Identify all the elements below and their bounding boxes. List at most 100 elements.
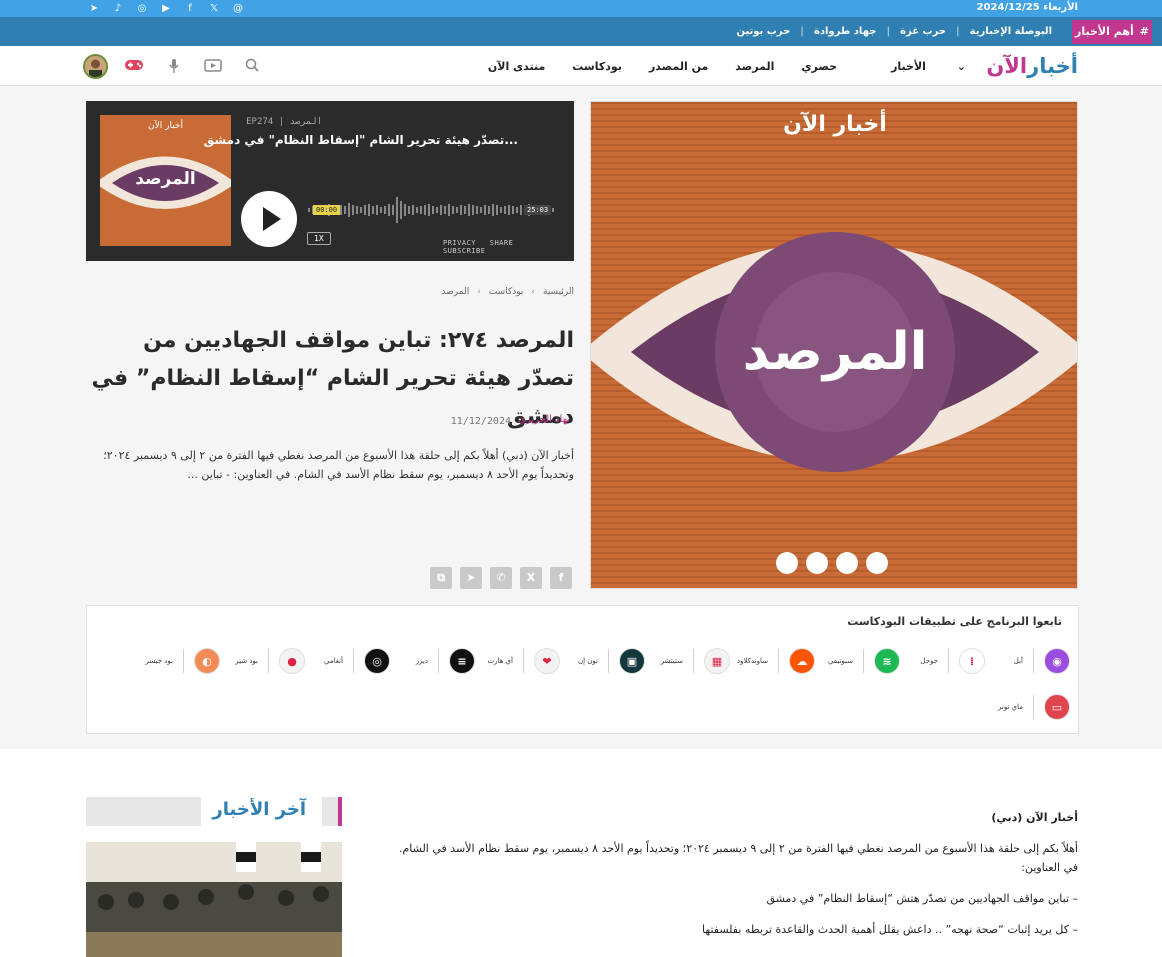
facebook-icon[interactable]: f [183,2,197,15]
app-label: آي هارت [487,657,513,665]
breadcrumb-podcast[interactable]: بودكاست [489,287,524,297]
breaking-link[interactable]: حرب غزة [900,26,946,37]
nav-item-forum[interactable]: منتدى الآن [488,60,545,73]
hash-icon: # [1139,25,1149,38]
podcast-cover-image: أخبار الآن المرصد [590,101,1078,589]
top-utility-bar: الأربعاء 2024/12/25 ➤ ♪ ◎ ▶ f 𝕏 @ [0,0,1162,17]
main-navigation: أخبارالآن الأخبار ⌄ حصري المرصد من المصد… [0,46,1162,86]
app-label: ساوندكلاود [736,657,768,665]
playback-speed-button[interactable]: 1X [307,232,331,245]
x-icon[interactable]: X [520,567,542,589]
podcast-app-tunein[interactable]: ▣ تون إن [578,648,645,674]
divider [1033,649,1034,673]
podcast-app-mytuner[interactable]: ▭ ماي تونر [998,694,1070,720]
nav-item-exclusive[interactable]: حصري [801,60,837,73]
podcast-app-soundcloud[interactable]: ☁ ساوندكلاود [737,648,815,674]
hero-title: المرصد [742,322,928,382]
podcast-app-iheart[interactable]: ❤ آي هارت [488,648,560,674]
subscribe-link[interactable]: SUBSCRIBE [443,247,485,255]
header-decoration [322,797,338,826]
app-label: جوجل [920,657,938,665]
podcast-app-apple[interactable]: ◉ آبل [1014,648,1070,674]
breadcrumb-current[interactable]: المرصد [441,287,469,297]
iheart-icon: ❤ [534,648,560,674]
app-label: آبل [1013,657,1023,665]
chevron-down-icon: ⌄ [956,59,966,73]
audio-waveform[interactable] [308,195,558,225]
divider [863,649,864,673]
breadcrumb-home[interactable]: الرئيسية [543,287,574,297]
podcast-app-podchaser[interactable]: ◐ بود جيسر [146,648,220,674]
divider [1033,695,1034,719]
instagram-icon[interactable]: ◎ [135,2,149,15]
breadcrumb: الرئيسية › بودكاست › المرصد [441,287,574,297]
hero-brand: أخبار الآن [783,112,887,137]
apple-podcasts-icon [866,552,888,574]
google-icon: ⁞ [959,648,985,674]
nav-item-from-source[interactable]: من المصدر [649,60,708,73]
app-label: ماي تونر [998,703,1023,711]
hero-platform-icons [776,552,888,574]
divider [438,649,439,673]
breaking-link[interactable]: جهاد طروادة [814,26,877,37]
top-news-tag[interactable]: أهم الأخبار # [1072,20,1152,44]
facebook-icon[interactable]: f [550,567,572,589]
share-link[interactable]: SHARE [490,239,514,247]
x-icon[interactable]: 𝕏 [207,2,221,15]
logo-text-b: الآن [986,54,1028,78]
nav-item-label: الأخبار [891,59,926,73]
podcast-app-podshare[interactable]: ● بود شير [235,648,305,674]
episode-title[interactable]: ...تصدّر هيئة تحرير الشام "إسقاط النظام"… [204,133,518,147]
podcast-app-google[interactable]: ⁞ جوجل [920,648,985,674]
telegram-icon[interactable]: ➤ [460,567,482,589]
stitcher-icon: ▦ [704,648,730,674]
breaking-link[interactable]: حرب بوتين [736,26,790,37]
divider [268,649,269,673]
author-link[interactable]: نهاد الجريري [518,414,570,425]
deezer-icon: ≡ [449,648,475,674]
avatar[interactable] [83,54,108,79]
podcast-app-stitcher[interactable]: ▦ ستيتشر [661,648,730,674]
privacy-link[interactable]: PRIVACY [443,239,476,247]
nav-item-news[interactable]: الأخبار ⌄ [864,60,966,73]
podshare-icon: ● [279,648,305,674]
app-label: تون إن [577,657,598,665]
whatsapp-icon[interactable]: ✆ [490,567,512,589]
nav-item-observatory[interactable]: المرصد [735,60,774,73]
header-decoration [86,797,201,826]
tunein-icon: ▣ [619,648,645,674]
tiktok-icon[interactable]: ♪ [111,2,125,15]
threads-icon[interactable]: @ [231,2,245,15]
video-icon[interactable] [203,58,223,74]
divider: | [956,26,960,37]
play-button[interactable] [241,191,297,247]
divider [183,649,184,673]
telegram-icon[interactable]: ➤ [87,2,101,15]
gamepad-icon[interactable] [124,58,144,74]
time-total: 25:03 [524,205,552,215]
top-news-label: أهم الأخبار [1075,25,1134,38]
podcast-app-spotify[interactable]: ≋ سبوتيفي [828,648,900,674]
site-logo[interactable]: أخبارالآن [986,51,1078,81]
search-icon[interactable] [242,58,262,74]
latest-news-thumbnail[interactable] [86,842,342,957]
copy-link-icon[interactable]: ⧉ [430,567,452,589]
breaking-news-bar: أهم الأخبار # البوصلة الإخبارية | حرب غزة… [0,17,1162,46]
google-podcasts-icon [836,552,858,574]
latest-news-title: آخر الأخبار [212,799,306,820]
article-source: أخبار الآن (دبي) [991,811,1078,824]
breaking-link[interactable]: البوصلة الإخبارية [970,26,1052,37]
microphone-icon[interactable] [164,58,184,74]
nav-item-podcast[interactable]: بودكاست [572,60,622,73]
article-intro: أهلاً بكم إلى حلقة هذا الأسبوع من المرصد… [398,842,1078,874]
podchaser-icon: ◐ [194,648,220,674]
article-point: – تباين مواقف الجهاديين من تصدّر هتش “إس… [766,892,1078,905]
podcast-app-deezer[interactable]: ≡ ديزر [416,648,475,674]
app-label: ديزر [415,657,428,665]
app-label: أنغامي [324,657,343,665]
latest-news-header: آخر الأخبار [86,797,342,826]
podcast-app-anghami[interactable]: ◎ أنغامي [324,648,390,674]
youtube-icon[interactable]: ▶ [159,2,173,15]
chevron-left-icon: › [531,287,535,297]
app-label: ستيتشر [660,657,683,665]
